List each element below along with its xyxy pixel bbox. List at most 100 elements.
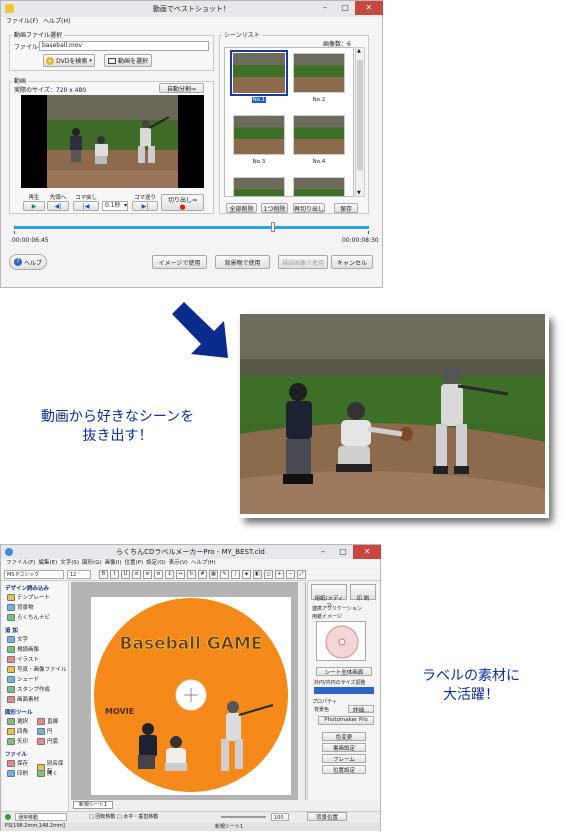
go-first-button[interactable]: ◀| — [47, 201, 69, 211]
media-button[interactable]: 用紙/メディア — [311, 584, 347, 610]
spacing-icon[interactable]: ↔ — [176, 570, 185, 579]
brush-icon[interactable]: ∕ — [231, 570, 240, 579]
menu-edit[interactable]: 編集(E) — [38, 559, 57, 568]
detail-button[interactable]: 詳細... — [348, 705, 374, 714]
frame-back-button[interactable]: |◀ — [73, 201, 99, 211]
scene-thumbnail[interactable]: No.4 — [293, 115, 345, 173]
step-select[interactable]: 0.1秒 ▾ — [102, 201, 128, 211]
disc-movie-text[interactable]: MOVIE — [105, 707, 134, 716]
delete-one-button[interactable]: 1つ削除 — [261, 203, 288, 213]
sidebar-item[interactable]: 直線 — [37, 717, 58, 725]
fit-icon[interactable]: ⤢ — [297, 570, 306, 579]
minimize-button[interactable]: – — [313, 545, 333, 559]
recut-button[interactable]: 再切り出し — [293, 203, 325, 213]
dvd-search-button[interactable]: DVDを検索 ▾ — [43, 54, 95, 67]
scene-thumbnail[interactable]: No.2 — [293, 53, 345, 111]
menu-help[interactable]: ヘルプ(H) — [191, 559, 216, 568]
timeline-track[interactable] — [14, 226, 369, 229]
close-button[interactable]: ✕ — [353, 545, 381, 559]
scene-thumbnail[interactable] — [233, 177, 285, 196]
image-icon[interactable]: ▦ — [209, 570, 218, 579]
print-button[interactable]: 印 刷 — [350, 584, 376, 602]
canvas-vscrollbar[interactable] — [298, 582, 305, 800]
shadow-icon[interactable]: ◧ — [253, 570, 262, 579]
sidebar-item[interactable]: シェード — [7, 675, 39, 683]
size-adjust-select[interactable] — [314, 687, 374, 694]
background-position-button[interactable]: 背景位置 — [307, 812, 347, 821]
menu-position[interactable]: 位置(P) — [125, 559, 144, 568]
sidebar-item[interactable]: 円 — [37, 727, 53, 735]
filename-field[interactable]: baseball.mov — [39, 41, 209, 51]
sidebar-item[interactable]: 選択 — [7, 717, 28, 725]
maximize-button[interactable]: □ — [333, 545, 353, 559]
minimize-button[interactable]: – — [315, 1, 335, 15]
underline-icon[interactable]: U — [121, 570, 130, 579]
sidebar-item[interactable]: 規読画像 — [7, 645, 39, 653]
zoom-slider[interactable] — [221, 816, 266, 818]
scroll-up-icon[interactable]: ▲ — [357, 48, 361, 54]
menu-help[interactable]: ヘルプ(H) — [43, 17, 70, 27]
play-button[interactable]: ▶ — [23, 201, 45, 211]
property-button[interactable]: フレーム — [322, 754, 366, 763]
auto-split-button[interactable]: 自動分割⇒ — [159, 83, 204, 93]
menu-settings[interactable]: 設定(O) — [146, 559, 166, 568]
pen-icon[interactable]: ✎ — [220, 570, 229, 579]
sidebar-item[interactable]: 印刷 — [7, 769, 28, 777]
sidebar-item[interactable]: 写真・画像ファイル — [7, 665, 67, 673]
property-button[interactable]: 書画設定 — [322, 743, 366, 752]
sidebar-item[interactable]: 円弧 — [37, 737, 58, 745]
delete-all-button[interactable]: 全部削除 — [226, 203, 257, 213]
scrollbar-thumb[interactable] — [357, 60, 363, 170]
scene-thumbnail[interactable]: No.1 — [230, 50, 288, 111]
photomaker-button[interactable]: Photomaker Pro — [318, 716, 374, 725]
scene-thumbnail[interactable] — [293, 177, 345, 196]
cancel-button[interactable]: キャンセル — [331, 255, 373, 269]
sidebar-item[interactable]: 画面素材 — [7, 695, 39, 703]
italic-icon[interactable]: I — [110, 570, 119, 579]
scroll-down-icon[interactable]: ▼ — [357, 190, 361, 196]
menu-file[interactable]: ファイル(F) — [6, 559, 35, 568]
sidebar-item[interactable]: 文字 — [7, 635, 28, 643]
font-size-select[interactable]: 12 — [67, 570, 91, 579]
save-button[interactable]: 保存 — [334, 203, 358, 213]
property-button[interactable]: 色変更 — [322, 732, 366, 741]
move-mode-select[interactable]: 通常移動 — [15, 813, 67, 821]
sidebar-item[interactable]: テンプレート — [7, 593, 50, 601]
frame-forward-button[interactable]: ▶| — [132, 201, 158, 211]
sidebar-item[interactable]: スタンプ作成 — [7, 685, 50, 693]
menu-view[interactable]: 表示(V) — [169, 559, 188, 568]
menu-text[interactable]: 文字(S) — [60, 559, 79, 568]
maximize-button[interactable]: □ — [335, 1, 355, 15]
sidebar-item[interactable]: 保存 — [7, 759, 28, 767]
use-as-background-button[interactable]: 背景物で使用 — [215, 255, 270, 269]
sidebar-item[interactable]: イラスト — [7, 655, 39, 663]
disc-title-text[interactable]: Baseball GAME — [119, 634, 263, 655]
align-center-icon[interactable]: ≡ — [143, 570, 152, 579]
sheet-fullscreen-button[interactable]: シート全体画面 — [316, 667, 372, 676]
align-left-icon[interactable]: ≡ — [132, 570, 141, 579]
sidebar-item[interactable]: 開く — [37, 769, 58, 777]
scene-list-scrollbar[interactable]: ▲ ▼ — [355, 47, 365, 197]
fill-icon[interactable]: ◈ — [242, 570, 251, 579]
close-button[interactable]: ✕ — [355, 1, 383, 15]
font-select[interactable]: MS Pゴシック — [4, 570, 64, 579]
cut-out-button[interactable]: 切り出し⇒ ● — [161, 194, 204, 211]
property-button[interactable]: 位置設定 — [322, 765, 366, 774]
menu-file[interactable]: ファイル(F) — [6, 17, 38, 27]
sidebar-item[interactable]: らくちんナビ — [7, 613, 50, 621]
zoom-in-icon[interactable]: + — [275, 570, 284, 579]
align-right-icon[interactable]: ≡ — [154, 570, 163, 579]
grid-icon[interactable]: # — [198, 570, 207, 579]
menu-shape[interactable]: 図形(G) — [82, 559, 102, 568]
cd-label-disc[interactable]: Baseball GAME MOVIE — [93, 597, 289, 793]
help-button[interactable]: ? ヘルプ — [9, 254, 47, 270]
sidebar-item[interactable]: 背景物 — [7, 603, 34, 611]
rotate-move-checkbox[interactable]: □ 回転移動 — [89, 813, 115, 820]
outline-icon[interactable]: ◻ — [264, 570, 273, 579]
menu-image[interactable]: 画像(I) — [105, 559, 122, 568]
rotate-icon[interactable]: ↻ — [187, 570, 196, 579]
vertical-text-icon[interactable]: ↕ — [165, 570, 174, 579]
use-as-image-button[interactable]: イメージで使用 — [152, 255, 207, 269]
zoom-out-icon[interactable]: − — [286, 570, 295, 579]
select-video-button[interactable]: 動画を選択 — [104, 54, 152, 67]
